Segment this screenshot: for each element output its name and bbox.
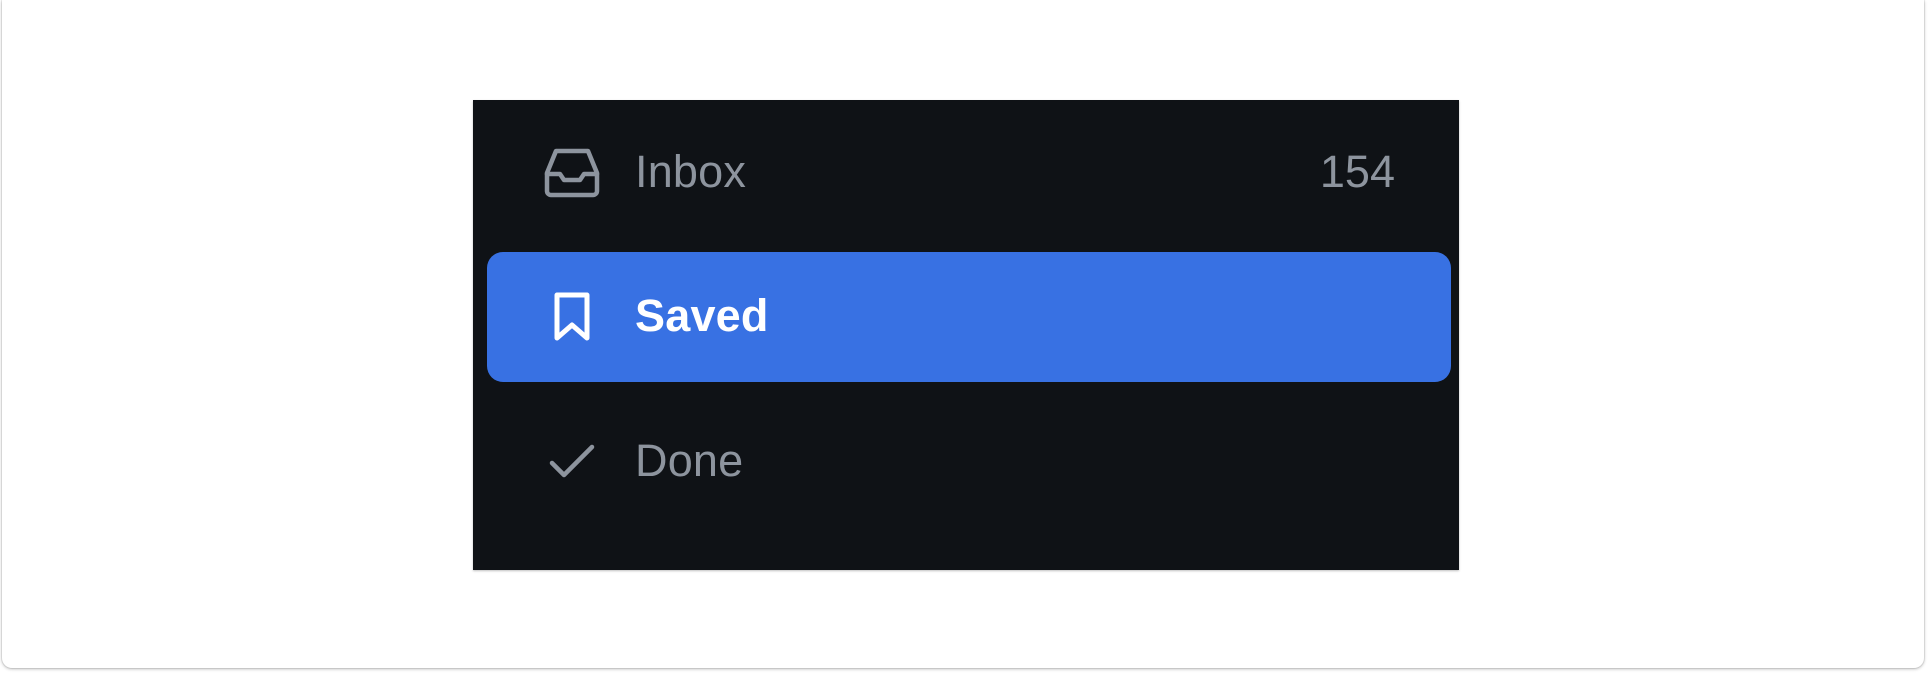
nav-item-label: Saved (635, 289, 769, 341)
bookmark-icon (543, 288, 601, 346)
canvas: Inbox 154 Saved Done (2, 0, 1924, 668)
unread-count-badge: 154 (1319, 145, 1395, 197)
nav-item-saved[interactable]: Saved (487, 252, 1451, 382)
nav-item-label: Inbox (635, 145, 747, 197)
check-icon (543, 433, 601, 491)
inbox-icon (543, 144, 601, 202)
nav-item-label: Done (635, 434, 744, 486)
nav-item-done[interactable]: Done (487, 397, 1451, 527)
notifications-nav: Inbox 154 Saved Done (473, 100, 1459, 570)
nav-item-inbox[interactable]: Inbox 154 (487, 108, 1451, 238)
